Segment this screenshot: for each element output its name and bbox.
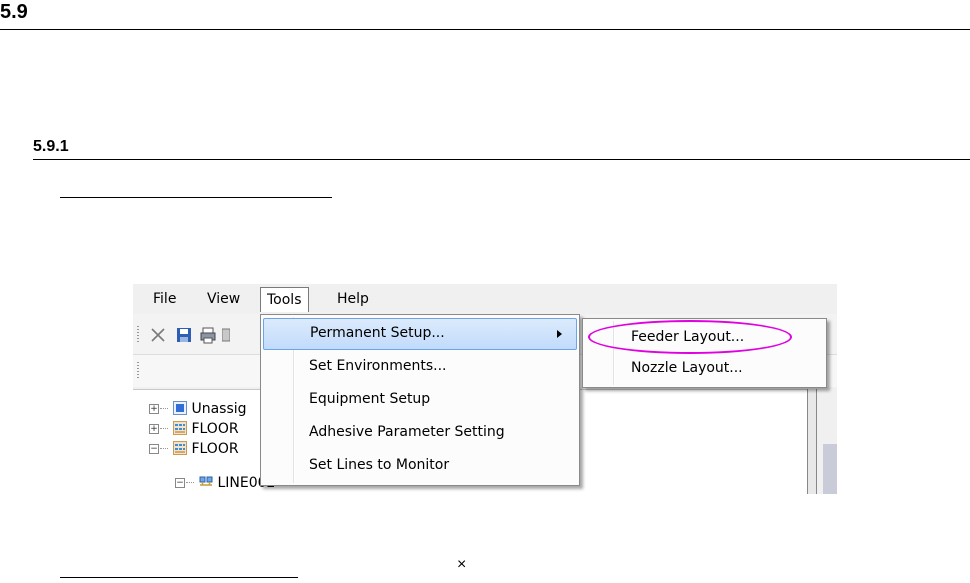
menu-bar: File View Tools Help xyxy=(133,284,837,314)
app-screenshot-figure: File View Tools Help + Unassig + FLOOR −… xyxy=(133,284,837,494)
collapse-icon[interactable]: − xyxy=(149,444,159,454)
line-icon xyxy=(199,476,213,486)
menu-help[interactable]: Help xyxy=(331,288,375,310)
menuitem-permanent-setup[interactable]: Permanent Setup... xyxy=(263,318,577,350)
delete-icon[interactable] xyxy=(149,326,167,344)
tree-node[interactable]: + FLOOR xyxy=(149,419,239,439)
tree-node-label: FLOOR xyxy=(191,441,239,457)
unassigned-icon xyxy=(173,401,188,415)
subsection-number: 5.9.1 xyxy=(33,138,69,155)
menuitem-label: Permanent Setup... xyxy=(310,325,445,341)
cross-symbol: × xyxy=(457,556,467,573)
tree-node-label: Unassig xyxy=(191,401,247,417)
toolbar-partial-icon[interactable] xyxy=(222,326,230,344)
right-pane-edge xyxy=(823,444,837,494)
expand-icon[interactable]: + xyxy=(149,404,159,414)
submenu-arrow-icon xyxy=(557,330,562,338)
collapse-icon[interactable]: − xyxy=(175,478,185,488)
menuitem-adhesive-parameter-setting[interactable]: Adhesive Parameter Setting xyxy=(263,417,577,447)
underline-heading-1 xyxy=(60,197,332,198)
menu-view[interactable]: View xyxy=(201,288,246,310)
tools-dropdown: Permanent Setup... Set Environments... E… xyxy=(260,314,580,486)
tree-node-label: FLOOR xyxy=(191,421,239,437)
tree-node[interactable]: + Unassig xyxy=(149,399,247,419)
floor-icon xyxy=(173,441,188,455)
section-rule xyxy=(0,29,970,30)
secondary-toolbar-grip[interactable] xyxy=(137,362,139,380)
expand-icon[interactable]: + xyxy=(149,424,159,434)
print-icon[interactable] xyxy=(199,326,217,344)
subsection-rule xyxy=(33,159,970,160)
menuitem-equipment-setup[interactable]: Equipment Setup xyxy=(263,384,577,414)
pane-splitter[interactable] xyxy=(807,389,817,494)
section-number: 5.9 xyxy=(0,1,28,23)
tree-node[interactable]: − FLOOR xyxy=(149,439,239,459)
menuitem-nozzle-layout[interactable]: Nozzle Layout... xyxy=(585,353,824,383)
menuitem-set-lines-to-monitor[interactable]: Set Lines to Monitor xyxy=(263,450,577,480)
floor-icon xyxy=(173,421,188,435)
menu-file[interactable]: File xyxy=(147,288,182,310)
annotation-ellipse xyxy=(588,320,792,354)
save-icon[interactable] xyxy=(175,326,193,344)
menuitem-set-environments[interactable]: Set Environments... xyxy=(263,351,577,381)
toolbar-grip[interactable] xyxy=(137,326,139,344)
underline-heading-2 xyxy=(60,577,298,578)
menu-tools[interactable]: Tools xyxy=(260,287,309,312)
